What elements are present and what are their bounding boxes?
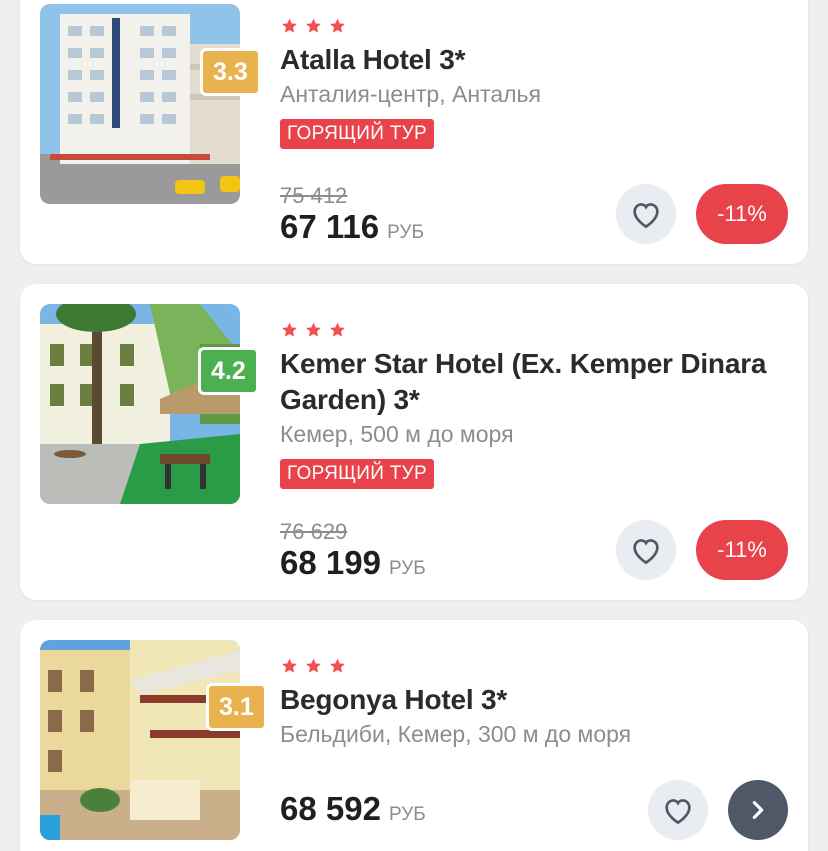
price-block: 68 592 РУБ bbox=[280, 790, 426, 828]
favorite-button[interactable] bbox=[616, 520, 676, 580]
hotel-list: 3.3 Atalla Hotel 3* Анталия-центр, Антал… bbox=[0, 0, 828, 851]
heart-outline-icon bbox=[665, 799, 691, 825]
star-icon bbox=[306, 18, 321, 33]
price-block: 76 629 68 199 РУБ bbox=[280, 520, 426, 582]
star-icon bbox=[330, 322, 345, 337]
currency: РУБ bbox=[388, 558, 426, 579]
hotel-name[interactable]: Atalla Hotel 3* bbox=[280, 42, 788, 78]
open-hotel-button[interactable] bbox=[728, 780, 788, 840]
star-rating bbox=[280, 656, 788, 676]
currency: РУБ bbox=[387, 222, 424, 243]
discount-badge[interactable]: -11% bbox=[696, 520, 788, 580]
hotel-name[interactable]: Begonya Hotel 3* bbox=[280, 682, 788, 718]
hotel-photo[interactable] bbox=[40, 304, 240, 504]
hot-tour-badge: ГОРЯЩИЙ ТУР bbox=[280, 119, 435, 149]
rating-badge: 3.1 bbox=[206, 683, 267, 731]
hotel-card[interactable]: 4.2 Kemer Star Hotel (Ex. Kemper Dinara … bbox=[20, 284, 808, 600]
favorite-button[interactable] bbox=[616, 184, 676, 244]
heart-outline-icon bbox=[633, 203, 659, 229]
hotel-location: Кемер, 500 м до моря bbox=[280, 421, 514, 447]
hotel-card[interactable]: 3.1 Begonya Hotel 3* Бельдиби, Кемер, 30… bbox=[20, 620, 808, 851]
star-rating bbox=[280, 16, 788, 36]
price-block: 75 412 67 116 РУБ bbox=[280, 184, 424, 246]
star-icon bbox=[306, 658, 321, 673]
price: 68 592 bbox=[280, 790, 381, 827]
star-icon bbox=[330, 658, 345, 673]
favorite-button[interactable] bbox=[648, 780, 708, 840]
star-icon bbox=[282, 658, 297, 673]
hotel-location: Анталия-центр, Анталья bbox=[280, 81, 541, 107]
hotel-card[interactable]: 3.3 Atalla Hotel 3* Анталия-центр, Антал… bbox=[20, 0, 808, 264]
star-icon bbox=[330, 18, 345, 33]
heart-outline-icon bbox=[633, 539, 659, 565]
hotel-location: Бельдиби, Кемер, 300 м до моря bbox=[280, 721, 632, 747]
rating-badge: 4.2 bbox=[198, 347, 259, 395]
old-price: 76 629 bbox=[280, 519, 348, 544]
star-icon bbox=[282, 322, 297, 337]
chevron-right-icon bbox=[752, 801, 764, 819]
price: 68 199 bbox=[280, 544, 381, 581]
currency: РУБ bbox=[388, 804, 426, 825]
discount-badge[interactable]: -11% bbox=[696, 184, 788, 244]
hotel-photo[interactable] bbox=[40, 4, 240, 204]
star-icon bbox=[306, 322, 321, 337]
star-rating bbox=[280, 320, 788, 340]
rating-badge: 3.3 bbox=[200, 48, 261, 96]
old-price: 75 412 bbox=[280, 183, 348, 208]
hotel-name[interactable]: Kemer Star Hotel (Ex. Kemper Dinara Gard… bbox=[280, 346, 788, 418]
price: 67 116 bbox=[280, 208, 380, 245]
hotel-photo[interactable] bbox=[40, 640, 240, 840]
star-icon bbox=[282, 18, 297, 33]
hot-tour-badge: ГОРЯЩИЙ ТУР bbox=[280, 459, 435, 489]
